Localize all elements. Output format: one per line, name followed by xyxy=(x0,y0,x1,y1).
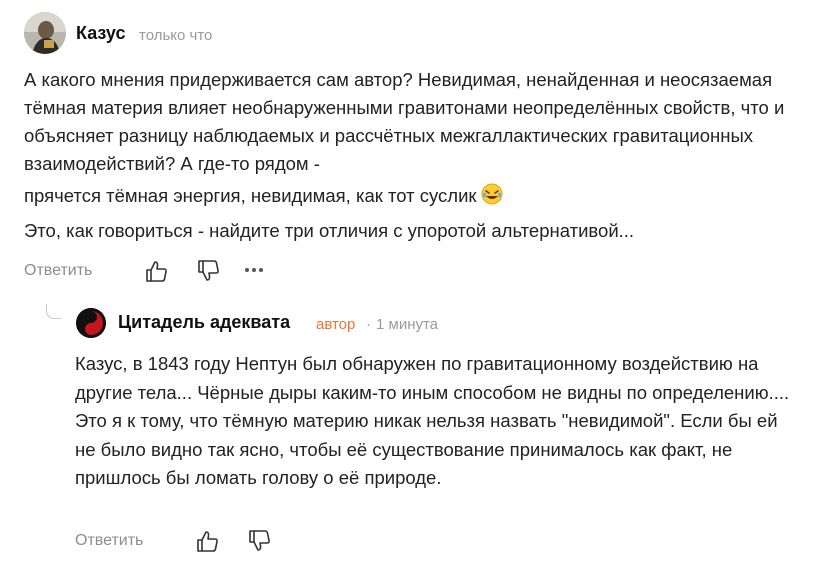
more-dots-icon[interactable] xyxy=(242,258,268,284)
comment-body: А какого мнения придерживается сам автор… xyxy=(24,66,794,245)
thumbs-up-icon[interactable] xyxy=(195,528,221,554)
author-badge: автор xyxy=(316,316,356,333)
avatar[interactable] xyxy=(24,12,66,54)
comment-text: прячется тёмная энергия, невидимая, как … xyxy=(24,185,477,206)
thread-connector xyxy=(46,304,61,319)
laughing-emoji-icon xyxy=(481,183,503,213)
thumbs-up-icon[interactable] xyxy=(144,258,170,284)
comment-paragraph: прячется тёмная энергия, невидимая, как … xyxy=(24,182,794,213)
reply-button[interactable]: Ответить xyxy=(75,532,143,550)
reply-body: Казус, в 1843 году Нептун был обнаружен … xyxy=(75,353,790,488)
reply-actions: Ответить xyxy=(75,528,375,556)
reply-button[interactable]: Ответить xyxy=(24,262,92,280)
comment-paragraph: Это, как говориться - найдите три отличи… xyxy=(24,220,635,241)
reply-author[interactable]: Цитадель адеквата xyxy=(118,312,290,333)
separator: · xyxy=(366,316,371,333)
reply-time: 1 минута xyxy=(376,316,439,333)
thumbs-down-icon[interactable] xyxy=(196,258,222,284)
comment-time: только что xyxy=(139,27,213,44)
comment-paragraph: А какого мнения придерживается сам автор… xyxy=(24,69,785,174)
avatar[interactable] xyxy=(76,308,106,338)
comment-author[interactable]: Казус xyxy=(76,23,126,44)
comment-actions: Ответить xyxy=(24,258,424,286)
thumbs-down-icon[interactable] xyxy=(247,528,273,554)
